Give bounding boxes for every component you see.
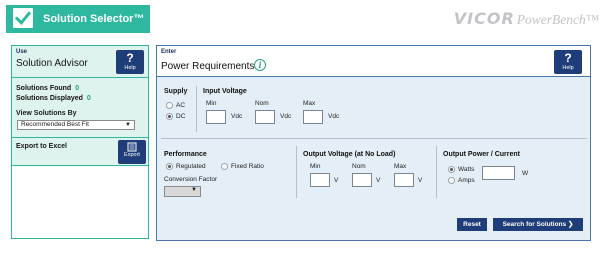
output-max-unit: V <box>418 177 423 184</box>
advisor-body: Solutions Found 0 Solutions Displayed 0 Vi… <box>12 78 148 138</box>
solutions-found-count: 0 <box>75 85 80 92</box>
input-nom-field[interactable] <box>255 110 275 124</box>
output-max-field[interactable] <box>394 173 414 187</box>
search-solutions-button[interactable]: Search for Solutions ❯ <box>493 218 583 231</box>
divider <box>436 146 437 198</box>
export-button-label: Export <box>124 152 140 158</box>
input-min-unit: Vdc <box>231 113 243 120</box>
output-power-unit: W <box>522 170 529 177</box>
output-voltage-label: Output Voltage (at No Load) <box>303 151 396 158</box>
export-button[interactable]: Export <box>118 140 146 164</box>
chevron-down-icon: ▼ <box>191 187 197 193</box>
fixed-ratio-radio[interactable] <box>221 163 228 170</box>
solutions-displayed: Solutions Displayed 0 <box>16 95 91 102</box>
fixed-ratio-label: Fixed Ratio <box>231 163 264 170</box>
reset-button[interactable]: Reset <box>457 218 487 231</box>
power-tag: Enter <box>161 49 177 55</box>
solutions-found-label: Solutions Found <box>16 85 72 92</box>
conversion-factor-label: Conversion Factor <box>164 176 218 183</box>
output-nom-field[interactable] <box>352 173 372 187</box>
watts-radio[interactable] <box>448 166 455 173</box>
conversion-factor-select[interactable]: ▼ <box>164 186 201 197</box>
performance-label: Performance <box>164 151 207 158</box>
export-section: Export to Excel Export <box>12 138 148 166</box>
solution-advisor-panel: Use Solution Advisor ? Help Solutions Fo… <box>11 45 149 239</box>
export-icon <box>127 142 137 152</box>
advisor-header: Use Solution Advisor ? Help <box>12 46 148 78</box>
amps-radio[interactable] <box>448 177 455 184</box>
power-requirements-panel: Enter Power Requirements i ? Help Supply… <box>156 45 591 241</box>
watts-label: Watts <box>458 166 475 173</box>
input-max-label: Max <box>303 100 316 107</box>
solutions-displayed-label: Solutions Displayed <box>16 95 83 102</box>
input-nom-unit: Vdc <box>280 113 292 120</box>
view-by-label: View Solutions By <box>16 110 77 117</box>
checkmark-icon <box>13 8 33 28</box>
solutions-displayed-count: 0 <box>86 95 91 102</box>
output-nom-label: Nom <box>352 163 366 170</box>
vendor-logo-main: VICOR <box>453 9 515 28</box>
app-header: Solution Selector™ VICOR PowerBench™ <box>0 0 609 36</box>
power-header: Enter Power Requirements i ? Help <box>157 46 590 77</box>
regulated-label: Regulated <box>176 163 206 170</box>
advisor-help-button[interactable]: ? Help <box>116 50 144 74</box>
input-min-field[interactable] <box>206 110 226 124</box>
supply-label: Supply <box>164 88 188 95</box>
output-min-label: Min <box>310 163 321 170</box>
divider <box>296 146 297 198</box>
advisor-title: Solution Advisor <box>16 58 88 69</box>
view-by-value: Recommended Best Fit <box>21 121 89 128</box>
input-max-field[interactable] <box>303 110 323 124</box>
input-max-unit: Vdc <box>328 113 340 120</box>
info-icon[interactable]: i <box>254 59 266 71</box>
help-label: Help <box>562 65 574 71</box>
vendor-logo: VICOR PowerBench™ <box>454 9 599 29</box>
question-icon: ? <box>126 51 134 65</box>
amps-label: Amps <box>458 177 475 184</box>
supply-ac-radio[interactable] <box>166 102 173 109</box>
question-icon: ? <box>564 51 572 65</box>
output-min-field[interactable] <box>310 173 330 187</box>
output-power-label: Output Power / Current <box>443 151 520 158</box>
supply-ac-label: AC <box>176 102 186 109</box>
output-max-label: Max <box>394 163 407 170</box>
section-divider <box>161 138 587 139</box>
input-min-label: Min <box>206 100 217 107</box>
help-label: Help <box>124 65 136 71</box>
view-by-select[interactable]: Recommended Best Fit ▼ <box>17 120 135 130</box>
divider <box>196 86 197 132</box>
power-help-button[interactable]: ? Help <box>554 50 582 74</box>
regulated-radio[interactable] <box>166 163 173 170</box>
export-label: Export to Excel <box>16 143 67 150</box>
solutions-found: Solutions Found 0 <box>16 85 79 92</box>
vendor-logo-sub: PowerBench™ <box>516 12 599 27</box>
supply-dc-radio[interactable] <box>166 113 173 120</box>
output-power-field[interactable] <box>482 166 515 180</box>
power-title: Power Requirements <box>161 61 255 72</box>
output-nom-unit: V <box>376 177 381 184</box>
supply-dc-label: DC <box>176 113 186 120</box>
app-title: Solution Selector™ <box>43 13 145 25</box>
output-min-unit: V <box>334 177 339 184</box>
brand-bar: Solution Selector™ <box>6 5 150 33</box>
input-nom-label: Nom <box>255 100 269 107</box>
chevron-down-icon: ▼ <box>125 122 131 128</box>
input-voltage-label: Input Voltage <box>203 88 247 95</box>
advisor-tag: Use <box>16 49 28 55</box>
